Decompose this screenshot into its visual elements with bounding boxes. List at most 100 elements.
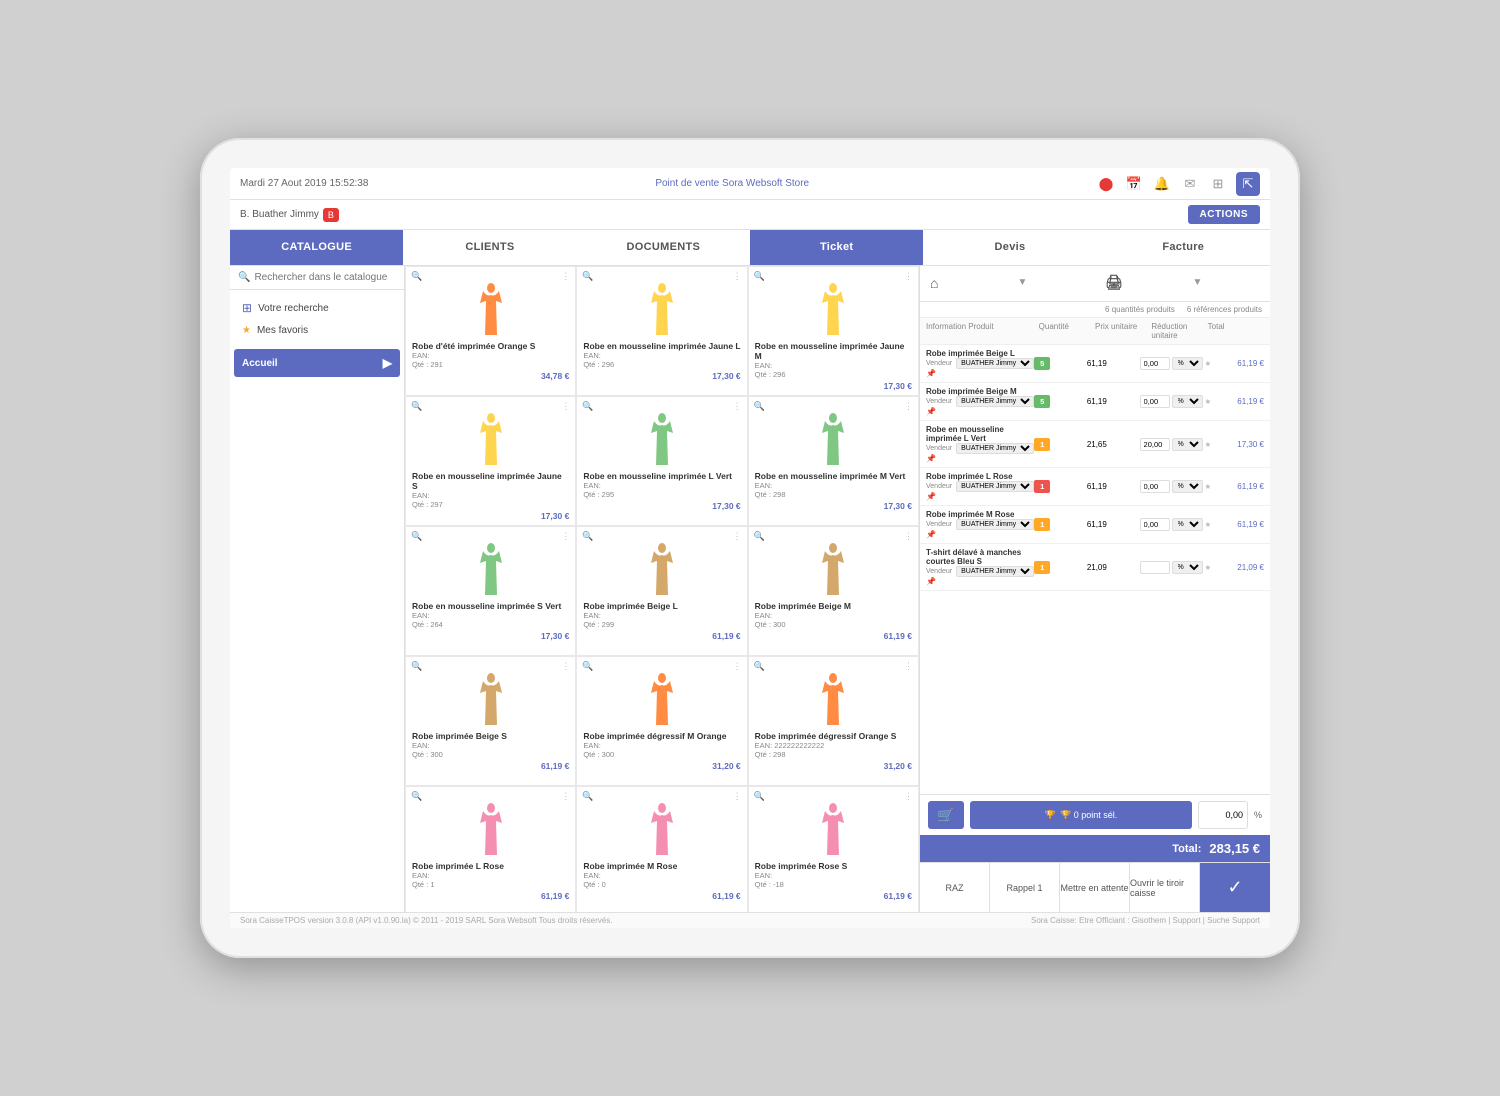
product-card[interactable]: 🔍 ⋮ Robe en mousseline imprimée Jaune M … <box>748 266 919 396</box>
product-ean: EAN: <box>412 871 569 880</box>
product-name: Robe en mousseline imprimée L Vert <box>583 471 740 481</box>
col-reduction: Réduction unitaire <box>1151 322 1207 340</box>
product-ean: EAN: <box>412 491 569 500</box>
product-card[interactable]: 🔍 ⋮ Robe imprimée L Rose EAN: Qté : 1 61… <box>405 786 576 912</box>
order-item-price: 61,19 <box>1087 359 1140 368</box>
expand-icon[interactable]: ⇱ <box>1236 172 1260 196</box>
product-card[interactable]: 🔍 ⋮ Robe en mousseline imprimée Jaune S … <box>405 396 576 526</box>
product-card[interactable]: 🔍 ⋮ Robe en mousseline imprimée L Vert E… <box>576 396 747 526</box>
actions-button[interactable]: ACTIONS <box>1188 205 1261 224</box>
product-card[interactable]: 🔍 ⋮ Robe imprimée Beige M EAN: Qté : 300… <box>748 526 919 656</box>
calendar-icon[interactable]: 📅 <box>1124 174 1144 194</box>
tab-catalogue[interactable]: CATALOGUE <box>230 230 403 265</box>
footer-left: Sora CaisseTPOS version 3.0.8 (API v1.0.… <box>240 916 612 925</box>
star-btn[interactable]: ★ <box>1205 440 1212 449</box>
product-card[interactable]: 🔍 ⋮ Robe imprimée M Rose EAN: Qté : 0 61… <box>576 786 747 912</box>
order-item-price: 61,19 <box>1087 482 1140 491</box>
reduction-type[interactable]: %€ <box>1172 357 1203 370</box>
product-info: Robe imprimée Beige S EAN: Qté : 300 61,… <box>412 731 569 771</box>
product-search-icon: 🔍 <box>754 791 765 802</box>
top-bar: Mardi 27 Aout 2019 15:52:38 Point de ven… <box>230 168 1270 200</box>
points-label: 🏆 0 point sél. <box>1060 810 1117 821</box>
product-image <box>412 279 569 339</box>
sidebar-item-votre-recherche[interactable]: ⊞ Votre recherche <box>236 296 398 320</box>
star-btn[interactable]: ★ <box>1205 520 1212 529</box>
bell-icon[interactable]: 🔔 <box>1152 174 1172 194</box>
reduction-type[interactable]: %€ <box>1172 438 1203 451</box>
star-btn[interactable]: ★ <box>1205 563 1212 572</box>
product-card[interactable]: 🔍 ⋮ Robe imprimée dégressif M Orange EAN… <box>576 656 747 786</box>
panel-tab-print[interactable]: 🖨 <box>1095 266 1183 301</box>
circle-icon[interactable]: ⬤ <box>1096 174 1116 194</box>
discount-pct: % <box>1254 810 1262 820</box>
search-bar[interactable]: 🔍 <box>230 266 404 290</box>
star-btn[interactable]: ★ <box>1205 482 1212 491</box>
vendor-select[interactable]: BUATHER Jimmy <box>956 519 1034 530</box>
tab-devis[interactable]: Devis <box>923 230 1096 265</box>
vendor-select[interactable]: BUATHER Jimmy <box>956 481 1034 492</box>
vendor-select[interactable]: BUATHER Jimmy <box>956 443 1034 454</box>
reduction-type[interactable]: %€ <box>1172 480 1203 493</box>
tab-documents[interactable]: DOCUMENTS <box>577 230 750 265</box>
tab-clients[interactable]: CLIENTS <box>403 230 576 265</box>
product-card[interactable]: 🔍 ⋮ Robe en mousseline imprimée M Vert E… <box>748 396 919 526</box>
points-button[interactable]: 🏆 🏆 0 point sél. <box>970 801 1192 829</box>
panel-tab-dropdown1[interactable]: ▼ <box>1008 266 1096 301</box>
reduction-input[interactable] <box>1140 480 1170 493</box>
reduction-type[interactable]: %€ <box>1172 561 1203 574</box>
product-qty: Qté : 298 <box>755 490 912 499</box>
panel-tab-dropdown2[interactable]: ▼ <box>1183 266 1271 301</box>
product-name: Robe imprimée Beige S <box>412 731 569 741</box>
reduction-input[interactable] <box>1140 395 1170 408</box>
reduction-type[interactable]: %€ <box>1172 518 1203 531</box>
discount-input[interactable] <box>1198 801 1248 829</box>
product-search-icon: 🔍 <box>411 791 422 802</box>
reduction-input[interactable] <box>1140 438 1170 451</box>
datetime: Mardi 27 Aout 2019 15:52:38 <box>240 178 368 189</box>
ouvrir-tiroir-button[interactable]: Ouvrir le tiroir caisse <box>1130 863 1200 912</box>
rappel1-button[interactable]: Rappel 1 <box>990 863 1060 912</box>
product-price: 34,78 € <box>412 371 569 381</box>
sidebar-item-mes-favoris[interactable]: ★ Mes favoris <box>236 320 398 341</box>
product-info: Robe en mousseline imprimée L Vert EAN: … <box>583 471 740 511</box>
vendor-select[interactable]: BUATHER Jimmy <box>956 566 1034 577</box>
order-item-qty: 1 <box>1034 561 1087 574</box>
reduction-type[interactable]: %€ <box>1172 395 1203 408</box>
tab-ticket[interactable]: Ticket <box>750 230 923 265</box>
product-card[interactable]: 🔍 ⋮ Robe en mousseline imprimée S Vert E… <box>405 526 576 656</box>
sidebar-section-accueil-item[interactable]: Accueil ▶ <box>234 349 400 377</box>
home-icon: ⌂ <box>930 275 938 291</box>
mail-icon[interactable]: ✉ <box>1180 174 1200 194</box>
mettre-en-attente-button[interactable]: Mettre en attente <box>1060 863 1130 912</box>
star-btn[interactable]: ★ <box>1205 397 1212 406</box>
cart-button[interactable]: 🛒 <box>928 801 964 829</box>
vendor-select[interactable]: BUATHER Jimmy <box>956 396 1034 407</box>
bottom-bar: 🛒 🏆 🏆 0 point sél. % <box>920 794 1270 835</box>
search-input[interactable] <box>254 272 396 283</box>
product-price: 17,30 € <box>412 631 569 641</box>
reduction-input[interactable] <box>1140 518 1170 531</box>
product-card[interactable]: 🔍 ⋮ Robe imprimée Beige S EAN: Qté : 300… <box>405 656 576 786</box>
grid-icon[interactable]: ⊞ <box>1208 174 1228 194</box>
left-sidebar: 🔍 ⊞ Votre recherche ★ Mes favoris Acc <box>230 266 405 912</box>
product-qty: Qté : 295 <box>583 490 740 499</box>
tab-facture[interactable]: Facture <box>1097 230 1270 265</box>
store-info: Point de vente Sora Websoft Store <box>655 178 809 189</box>
product-card[interactable]: 🔍 ⋮ Robe en mousseline imprimée Jaune L … <box>576 266 747 396</box>
reduction-input[interactable] <box>1140 561 1170 574</box>
product-card[interactable]: 🔍 ⋮ Robe imprimée dégressif Orange S EAN… <box>748 656 919 786</box>
panel-tab-home[interactable]: ⌂ <box>920 266 1008 301</box>
product-info: Robe imprimée dégressif M Orange EAN: Qt… <box>583 731 740 771</box>
product-card[interactable]: 🔍 ⋮ Robe imprimée Rose S EAN: Qté : -18 … <box>748 786 919 912</box>
product-card[interactable]: 🔍 ⋮ Robe imprimée Beige L EAN: Qté : 299… <box>576 526 747 656</box>
confirm-button[interactable]: ✓ <box>1200 863 1270 912</box>
product-card[interactable]: 🔍 ⋮ Robe d'été imprimée Orange S EAN: Qt… <box>405 266 576 396</box>
vendor-select[interactable]: BUATHER Jimmy <box>956 358 1034 369</box>
order-item-info: T-shirt délavé à manches courtes Bleu S … <box>926 548 1034 586</box>
star-btn[interactable]: ★ <box>1205 359 1212 368</box>
raz-button[interactable]: RAZ <box>920 863 990 912</box>
reduction-input[interactable] <box>1140 357 1170 370</box>
sidebar-section-accueil: Accueil ▶ <box>234 349 400 377</box>
product-search-icon: 🔍 <box>582 791 593 802</box>
product-info: Robe imprimée Rose S EAN: Qté : -18 61,1… <box>755 861 912 901</box>
